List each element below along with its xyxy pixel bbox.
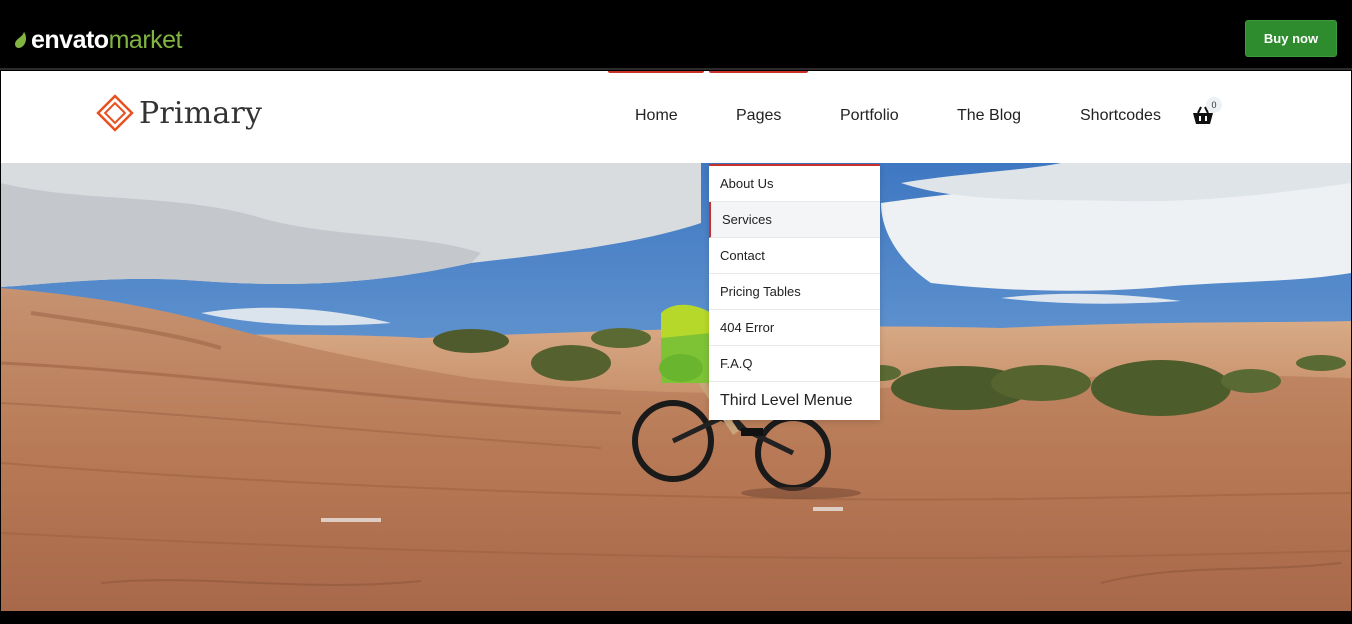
dropdown-item-contact[interactable]: Contact — [709, 238, 880, 274]
diamond-logo-icon — [96, 94, 134, 132]
nav-home[interactable]: Home — [635, 107, 678, 125]
dropdown-item-404-error[interactable]: 404 Error — [709, 310, 880, 346]
envato-market-logo[interactable]: envato market — [14, 26, 183, 54]
dropdown-item-services[interactable]: Services — [709, 202, 880, 238]
dropdown-item-third-level-menue[interactable]: Third Level Menue — [709, 382, 880, 420]
site-preview: Primary Home Pages Portfolio The Blog Sh… — [1, 71, 1351, 611]
leaf-icon — [15, 32, 27, 48]
site-logo[interactable]: Primary — [95, 93, 262, 133]
envato-logo-word: envato — [31, 26, 109, 54]
buy-now-button[interactable]: Buy now — [1245, 20, 1337, 57]
dropdown-item-about-us[interactable]: About Us — [709, 166, 880, 202]
cart-count-badge: 0 — [1206, 97, 1222, 113]
market-logo-word: market — [108, 26, 183, 54]
envato-top-bar: envato market Buy now — [0, 0, 1352, 70]
nav-portfolio[interactable]: Portfolio — [840, 107, 899, 125]
nav-shortcodes[interactable]: Shortcodes — [1080, 107, 1161, 125]
site-header: Primary Home Pages Portfolio The Blog Sh… — [1, 71, 1351, 163]
mountain-biker-desert-photo — [1, 163, 1351, 611]
red-indicator — [709, 71, 808, 73]
red-indicator — [608, 71, 704, 73]
bottom-bar — [0, 611, 1352, 624]
pages-dropdown-menu: About Us Services Contact Pricing Tables… — [709, 164, 880, 420]
site-brand-name: Primary — [139, 95, 263, 131]
nav-the-blog[interactable]: The Blog — [957, 107, 1021, 125]
nav-pages[interactable]: Pages — [736, 107, 781, 125]
dropdown-item-pricing-tables[interactable]: Pricing Tables — [709, 274, 880, 310]
dropdown-item-faq[interactable]: F.A.Q — [709, 346, 880, 382]
hero-image — [1, 163, 1351, 611]
